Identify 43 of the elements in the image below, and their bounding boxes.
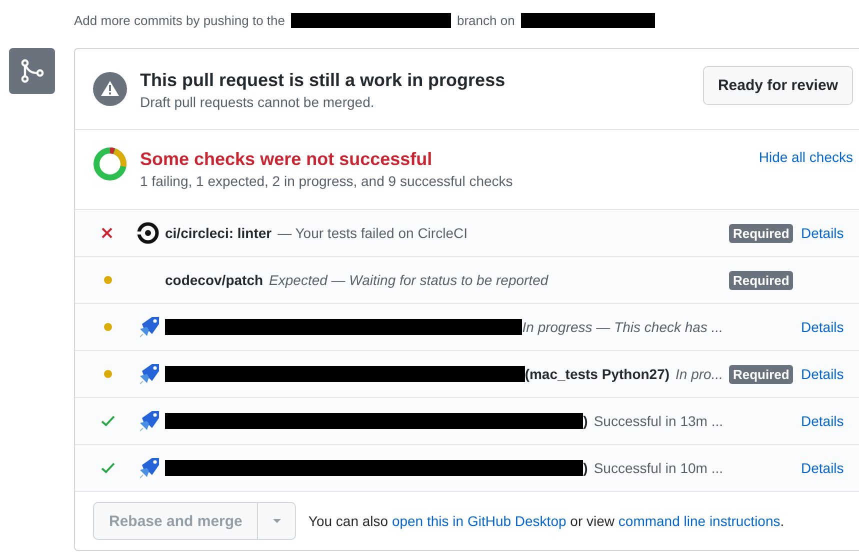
required-badge: Required [729,270,794,290]
check-name: codecov/patch [165,272,264,288]
rocket-icon [137,409,161,433]
rocket-icon [137,456,161,480]
checks-summary: 1 failing, 1 expected, 2 in progress, and 9 successful checks [140,173,514,189]
check-name: ci/circleci: linter [165,225,272,241]
check-description: In pro... [676,366,723,382]
hide-checks-link[interactable]: Hide all checks [758,149,853,165]
required-badge: Required [729,364,794,384]
merge-note: You can also open this in GitHub Desktop or view command line instructions. [308,513,784,529]
draft-subtitle: Draft pull requests cannot be merged. [140,94,376,110]
pending-dot-icon [104,370,112,378]
details-link[interactable]: Details [801,225,844,241]
warning-icon [93,72,127,106]
intro-text: Add more commits by pushing to the [74,12,285,28]
checks-title: Some checks were not successful [140,148,434,171]
check-icon [101,415,115,427]
required-badge: Required [729,224,794,242]
check-description: Successful in 13m ... [594,413,723,429]
caret-icon [272,518,282,524]
circle-logo-icon [137,222,159,244]
pending-dot-icon [104,323,112,331]
details-link[interactable]: Details [801,460,844,476]
check-icon [101,462,115,474]
details-link[interactable]: Details [801,413,844,429]
check-name: ) [583,460,588,476]
status-ring-icon [93,147,127,181]
check-description: — Your tests failed on CircleCI [278,225,468,241]
ready-for-review-button[interactable]: Ready for review [702,66,853,104]
check-description: Expected — Waiting for status to be reported [269,272,550,288]
draft-title: This pull request is still a work in progress [140,69,506,92]
rocket-icon [137,315,161,339]
rocket-icon [137,362,161,386]
pending-dot-icon [104,276,112,284]
check-name: (mac_tests Python27) [524,366,670,382]
check-name: ) [583,413,588,429]
cross-icon [101,227,113,239]
check-description: In progress — This check has ... [522,319,723,335]
details-link[interactable]: Details [801,366,844,382]
check-description: Successful in 10m ... [594,460,723,476]
details-link[interactable]: Details [801,319,844,335]
intro-text: branch on [457,12,515,28]
merge-icon [9,48,55,94]
